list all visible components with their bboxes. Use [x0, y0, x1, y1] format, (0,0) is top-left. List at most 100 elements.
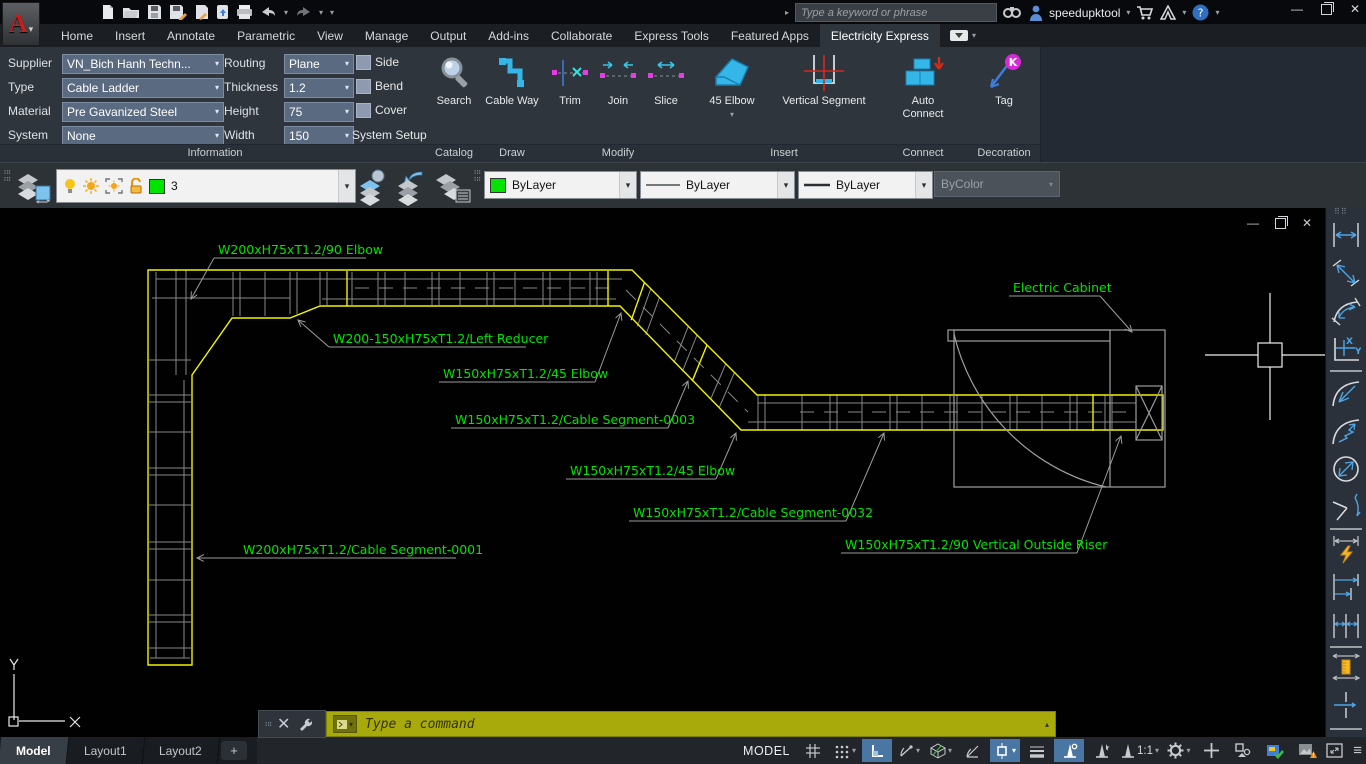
annotation-visibility-toggle[interactable]	[1053, 739, 1084, 762]
object-snap-tracking-toggle[interactable]	[958, 739, 988, 762]
open-folder-icon[interactable]	[122, 4, 140, 20]
lineweight-toggle[interactable]	[1022, 739, 1052, 762]
save-icon[interactable]	[147, 4, 162, 20]
layers-toolbar-grip[interactable]: ⠿⠿	[2, 169, 11, 183]
layer-selector-dropdown[interactable]: 3 ▾	[56, 169, 356, 203]
dimension-break-icon[interactable]	[1331, 690, 1361, 720]
annotation-monitor-button[interactable]	[1196, 739, 1226, 762]
continue-dimension-icon[interactable]	[1331, 610, 1361, 640]
customization-menu-icon[interactable]: ≡	[1353, 742, 1362, 759]
new-file-icon[interactable]	[100, 4, 115, 20]
annotation-scale-button[interactable]: 1:1 ▾	[1118, 739, 1162, 762]
a360-caret-icon[interactable]: ▾	[1182, 8, 1186, 17]
linetype-dropdown[interactable]: ByLayer ▾	[640, 171, 795, 199]
graphics-performance-button[interactable]	[1260, 739, 1290, 762]
command-customize-wrench-icon[interactable]	[298, 717, 313, 731]
trim-button[interactable]: Trim	[547, 51, 593, 143]
make-object-layer-current-icon[interactable]	[356, 168, 392, 206]
vertical-segment-button[interactable]: Vertical Segment	[776, 51, 872, 143]
user-menu-caret-icon[interactable]: ▾	[1126, 8, 1130, 17]
isolate-objects-button[interactable]	[1228, 739, 1258, 762]
isodraft-caret-icon[interactable]: ▾	[948, 746, 952, 755]
diameter-dimension-icon[interactable]	[1331, 454, 1361, 484]
osnap-caret-icon[interactable]: ▾	[1012, 746, 1016, 755]
restore-button[interactable]	[1320, 1, 1334, 15]
command-input[interactable]: ▾ Type a command ▴	[326, 711, 1056, 737]
drawing-close-button[interactable]: ✕	[1302, 216, 1312, 230]
properties-toolbar-grip[interactable]: ⠿⠿	[472, 169, 481, 183]
export-icon[interactable]	[194, 4, 209, 20]
object-color-dropdown[interactable]: ByLayer ▾	[484, 171, 637, 199]
redo-icon[interactable]	[295, 5, 312, 19]
redo-caret-icon[interactable]: ▾	[319, 8, 323, 17]
side-checkbox[interactable]	[356, 55, 371, 70]
command-prompt-icon[interactable]: ▾	[333, 715, 357, 733]
undo-icon[interactable]	[260, 5, 277, 19]
auto-connect-button[interactable]: Auto Connect	[892, 51, 954, 143]
tab-home[interactable]: Home	[50, 24, 104, 47]
new-layout-button[interactable]: +	[221, 741, 248, 760]
layer-unlock-icon[interactable]	[129, 178, 143, 194]
viewport-maximize-icon[interactable]	[1326, 743, 1343, 758]
tab-view[interactable]: View	[306, 24, 354, 47]
panel-label-decoration[interactable]: Decoration	[968, 144, 1040, 162]
join-button[interactable]: Join	[595, 51, 641, 143]
panel-label-information[interactable]: Information	[0, 144, 430, 162]
polar-tracking-toggle[interactable]: ▾	[894, 739, 924, 762]
ribbon-display-toggle[interactable]: ▾	[949, 24, 976, 47]
angular-dimension-icon[interactable]	[1331, 492, 1361, 522]
search-button[interactable]: Search	[423, 51, 485, 143]
polar-caret-icon[interactable]: ▾	[916, 746, 920, 755]
tab-annotate[interactable]: Annotate	[156, 24, 226, 47]
quick-dimension-icon[interactable]	[1331, 534, 1361, 564]
drawing-restore-button[interactable]	[1274, 215, 1288, 229]
type-dropdown[interactable]: Cable Ladder ▾	[62, 78, 224, 98]
bend-checkbox[interactable]	[356, 79, 371, 94]
panel-label-draw[interactable]: Draw	[478, 144, 546, 162]
tab-parametric[interactable]: Parametric	[226, 24, 306, 47]
tab-model[interactable]: Model	[0, 737, 70, 764]
arc-length-dimension-icon[interactable]	[1331, 296, 1361, 326]
viewport-freeze-icon[interactable]	[105, 178, 123, 194]
undo-caret-icon[interactable]: ▾	[284, 8, 288, 17]
search-icon[interactable]	[1003, 5, 1022, 20]
tab-insert[interactable]: Insert	[104, 24, 156, 47]
layer-states-icon[interactable]	[432, 168, 472, 206]
supplier-dropdown[interactable]: VN_Bich Hanh Techn... ▾	[62, 54, 224, 74]
panel-label-insert[interactable]: Insert	[690, 144, 878, 162]
panel-label-catalog[interactable]: Catalog	[430, 144, 478, 162]
save-as-icon[interactable]	[169, 4, 187, 20]
help-caret-icon[interactable]: ▾	[1215, 8, 1219, 17]
elbow-45-button[interactable]: 45 Elbow ▾	[696, 51, 768, 143]
dimension-spacing-icon[interactable]	[1331, 652, 1361, 682]
app-store-cart-icon[interactable]	[1136, 5, 1154, 20]
lineweight-dropdown[interactable]: ByLayer ▾	[798, 171, 933, 199]
layer-previous-icon[interactable]	[392, 168, 430, 206]
workspace-switching-button[interactable]: ▾	[1164, 739, 1194, 762]
clean-screen-media-button[interactable]: !	[1292, 739, 1322, 762]
ortho-toggle[interactable]	[861, 739, 892, 762]
mobile-upload-icon[interactable]	[216, 4, 229, 20]
cable-way-button[interactable]: Cable Way	[481, 51, 543, 143]
aligned-dimension-icon[interactable]	[1331, 258, 1361, 288]
tab-layout2[interactable]: Layout2	[141, 737, 221, 764]
panel-label-connect[interactable]: Connect	[878, 144, 968, 162]
tab-output[interactable]: Output	[419, 24, 477, 47]
search-input[interactable]: Type a keyword or phrase	[795, 3, 998, 22]
print-icon[interactable]	[236, 4, 253, 20]
application-menu-button[interactable]: A ▾	[2, 2, 40, 46]
dimension-toolbar-grip[interactable]: ⠿⠿	[1334, 208, 1348, 216]
system-dropdown[interactable]: None ▾	[62, 126, 224, 146]
layer-properties-icon[interactable]	[14, 168, 54, 206]
baseline-dimension-icon[interactable]	[1331, 572, 1361, 602]
signed-in-user[interactable]: speedupktool	[1049, 6, 1120, 20]
tab-electricity-express[interactable]: Electricity Express	[819, 24, 940, 47]
layer-thaw-sun-icon[interactable]	[83, 178, 99, 194]
user-icon[interactable]	[1029, 5, 1043, 21]
annotation-scale-caret-icon[interactable]: ▾	[1155, 746, 1159, 755]
qat-customize-icon[interactable]: ▾	[330, 8, 334, 17]
routing-dropdown[interactable]: Plane ▾	[284, 54, 354, 74]
command-expand-caret-icon[interactable]: ▴	[1045, 720, 1049, 729]
model-space-indicator[interactable]: MODEL	[743, 744, 790, 758]
layer-dropdown-caret-icon[interactable]: ▾	[338, 170, 355, 202]
